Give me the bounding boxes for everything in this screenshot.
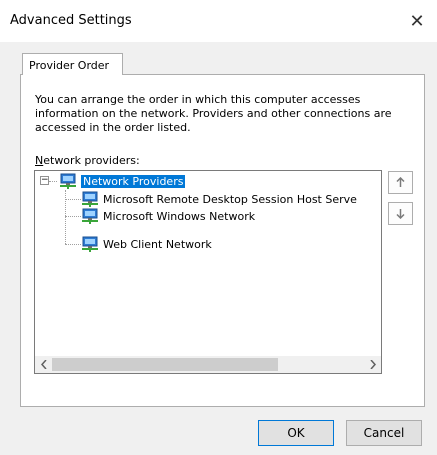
cancel-button[interactable]: Cancel [346, 420, 422, 446]
move-up-button[interactable] [388, 171, 413, 194]
scroll-right-button[interactable] [364, 356, 381, 373]
tree-item-rdsh[interactable]: Microsoft Remote Desktop Session Host Se… [81, 191, 357, 207]
tree-item-windows-network[interactable]: Microsoft Windows Network [81, 208, 255, 224]
arrow-up-icon [396, 177, 405, 187]
chevron-left-icon [40, 360, 47, 369]
scroll-left-button[interactable] [35, 356, 52, 373]
ok-button[interactable]: OK [258, 420, 334, 446]
tab-provider-order[interactable]: Provider Order [22, 53, 123, 75]
network-providers-tree[interactable]: − Network Providers Microsoft Remote Des… [34, 170, 382, 374]
mnemonic-letter: N [35, 154, 44, 167]
window-title: Advanced Settings [10, 13, 132, 28]
tree-item-label: Network Providers [81, 174, 186, 188]
chevron-right-icon [369, 360, 376, 369]
network-icon [82, 208, 98, 224]
tree-item-network-providers[interactable]: Network Providers [59, 173, 186, 189]
collapse-toggle[interactable]: − [40, 176, 49, 185]
move-down-button[interactable] [388, 202, 413, 225]
network-icon [82, 236, 98, 252]
tree-item-web-client-network[interactable]: Web Client Network [81, 236, 212, 252]
description-text: You can arrange the order in which this … [35, 93, 392, 134]
scroll-thumb[interactable] [52, 358, 278, 371]
close-icon: ✕ [409, 10, 425, 32]
close-button[interactable]: ✕ [397, 0, 437, 42]
dialog-client-area: Provider Order You can arrange the order… [0, 42, 437, 455]
title-bar: Advanced Settings ✕ [0, 0, 437, 42]
tree-item-label: Microsoft Remote Desktop Session Host Se… [103, 192, 357, 206]
arrow-down-icon [396, 209, 405, 219]
network-icon [60, 173, 76, 189]
network-providers-label: Network providers: [35, 154, 140, 167]
horizontal-scrollbar[interactable] [35, 356, 381, 373]
tree-item-label: Web Client Network [103, 237, 212, 251]
network-icon [82, 191, 98, 207]
tree-item-label: Microsoft Windows Network [103, 209, 256, 223]
tab-page: You can arrange the order in which this … [20, 74, 425, 407]
network-providers-label-text: etwork providers: [43, 154, 140, 167]
